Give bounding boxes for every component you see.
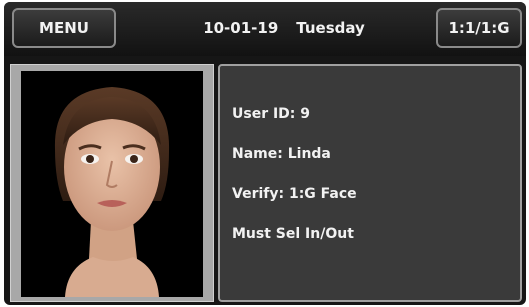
day-text: Tuesday	[296, 19, 365, 37]
top-bar: MENU 10-01-19 Tuesday 1:1/1:G	[4, 2, 526, 56]
photo-frame	[10, 64, 214, 302]
status-message-text: Must Sel In/Out	[232, 226, 354, 242]
menu-button-label: MENU	[39, 19, 89, 37]
user-photo	[21, 71, 203, 297]
verify-mode-button[interactable]: 1:1/1:G	[436, 8, 522, 48]
menu-button[interactable]: MENU	[12, 8, 116, 48]
user-id-text: User ID: 9	[232, 106, 311, 122]
user-name-text: Name: Linda	[232, 146, 331, 162]
verify-method-text: Verify: 1:G Face	[232, 186, 357, 202]
user-info-panel: User ID: 9 Name: Linda Verify: 1:G Face …	[218, 64, 522, 302]
device-screen: MENU 10-01-19 Tuesday 1:1/1:G User ID: 9…	[4, 2, 526, 305]
verify-mode-label: 1:1/1:G	[448, 19, 510, 37]
face-photo-icon	[21, 71, 203, 297]
date-time-display: 10-01-19 Tuesday	[184, 8, 384, 48]
date-text: 10-01-19	[203, 19, 279, 37]
